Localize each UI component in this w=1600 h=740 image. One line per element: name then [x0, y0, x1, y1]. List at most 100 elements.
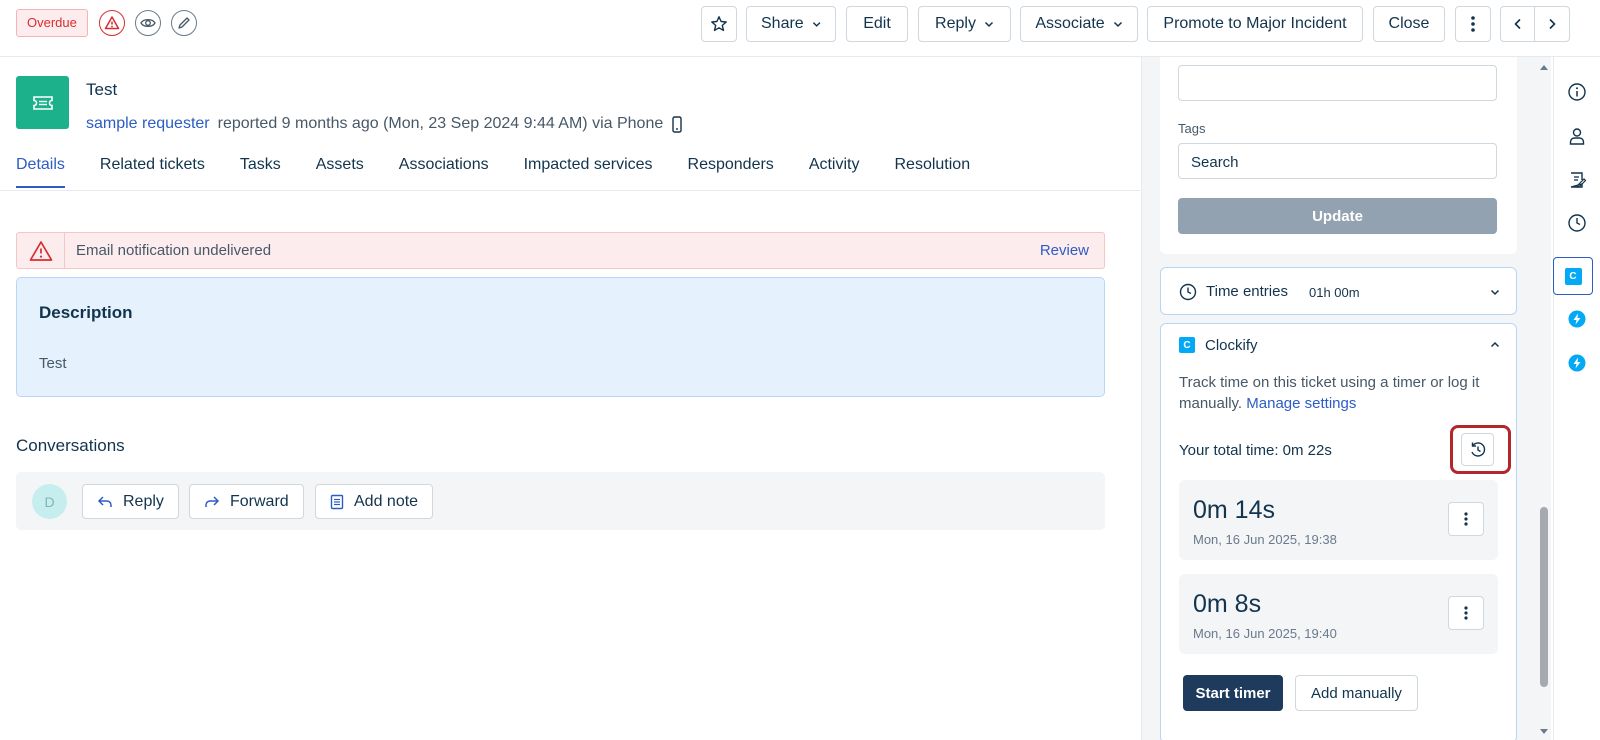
chevron-up-icon[interactable] [1490, 340, 1500, 350]
scrollbar-thumb[interactable] [1540, 507, 1548, 687]
clockify-app-icon[interactable]: C [1553, 257, 1593, 295]
entry-menu-button[interactable] [1448, 596, 1484, 630]
top-toolbar: Overdue Share Edit Reply Associate Promo… [0, 0, 1600, 57]
clockify-title: Clockify [1205, 337, 1258, 354]
associate-label: Associate [1035, 15, 1105, 32]
entry-date: Mon, 16 Jun 2025, 19:38 [1193, 532, 1337, 547]
reply-icon [97, 495, 112, 507]
chevron-down-icon [1113, 21, 1122, 28]
bolt-icon[interactable] [1566, 308, 1588, 330]
time-entry-item: 0m 14s Mon, 16 Jun 2025, 19:38 [1179, 480, 1498, 560]
reply-conversation-button[interactable]: Reply [82, 484, 179, 519]
note-icon [330, 494, 344, 509]
chevron-right-icon [1549, 18, 1556, 30]
ticket-pager [1500, 6, 1570, 42]
conversation-action-bar: D Reply Forward Add note [16, 472, 1105, 530]
clock-icon[interactable] [1566, 212, 1588, 234]
tags-search-input[interactable]: Search [1178, 143, 1497, 179]
person-icon[interactable] [1566, 125, 1588, 147]
add-manually-button[interactable]: Add manually [1295, 675, 1418, 711]
warning-icon[interactable] [99, 10, 125, 36]
description-body: Test [39, 355, 67, 372]
tags-label: Tags [1178, 121, 1206, 136]
tab-assets[interactable]: Assets [316, 156, 364, 188]
start-timer-button[interactable]: Start timer [1183, 675, 1283, 711]
description-title: Description [39, 303, 133, 322]
close-button[interactable]: Close [1373, 6, 1445, 42]
clock-icon [1179, 283, 1197, 301]
forward-label: Forward [230, 492, 289, 510]
info-icon[interactable] [1566, 81, 1588, 103]
ticket-icon [16, 76, 69, 129]
clockify-description: Track time on this ticket using a timer … [1179, 372, 1499, 414]
clockify-logo: C [1179, 337, 1195, 353]
alert-message: Email notification undelivered [76, 242, 272, 259]
promote-label: Promote to Major Incident [1163, 15, 1347, 32]
forward-button[interactable]: Forward [189, 484, 304, 519]
promote-major-incident-button[interactable]: Promote to Major Incident [1147, 6, 1363, 42]
share-label: Share [761, 15, 804, 32]
chevron-left-icon [1513, 18, 1521, 30]
ticket-tabs: Details Related tickets Tasks Assets Ass… [16, 156, 970, 188]
pencil-icon[interactable] [171, 10, 197, 36]
time-entries-label: Time entries [1206, 283, 1288, 300]
tab-activity[interactable]: Activity [809, 156, 860, 188]
total-time-label: Your total time: 0m 22s [1179, 442, 1332, 459]
notes-icon[interactable] [1566, 169, 1588, 191]
tab-impacted-services[interactable]: Impacted services [524, 156, 653, 188]
star-button[interactable] [701, 6, 737, 42]
scroll-down-arrow-icon[interactable] [1539, 728, 1549, 736]
update-button[interactable]: Update [1178, 198, 1497, 234]
tab-resolution[interactable]: Resolution [894, 156, 970, 188]
add-note-button[interactable]: Add note [315, 484, 434, 519]
edit-button[interactable]: Edit [846, 6, 908, 42]
chevron-down-icon [984, 21, 993, 28]
more-actions-button[interactable] [1455, 6, 1491, 42]
chevron-down-icon [1490, 289, 1500, 296]
tab-related-tickets[interactable]: Related tickets [100, 156, 205, 188]
clockify-app-logo: C [1564, 267, 1582, 285]
ticket-requester-line: sample requester reported 9 months ago (… [86, 115, 683, 133]
chevron-down-icon [812, 22, 821, 27]
eye-icon[interactable] [135, 10, 161, 36]
entry-date: Mon, 16 Jun 2025, 19:40 [1193, 626, 1337, 641]
forward-icon [205, 495, 220, 507]
previous-ticket-button[interactable] [1501, 7, 1536, 41]
history-button[interactable] [1461, 433, 1494, 466]
edit-label: Edit [863, 15, 891, 32]
tab-details[interactable]: Details [16, 156, 65, 188]
tab-tasks[interactable]: Tasks [240, 156, 281, 188]
time-entries-total: 01h 00m [1309, 285, 1360, 300]
next-ticket-button[interactable] [1535, 7, 1569, 41]
manage-settings-link[interactable]: Manage settings [1246, 395, 1356, 412]
scroll-up-arrow-icon[interactable] [1539, 63, 1549, 71]
description-box: Description Test [16, 277, 1105, 397]
reported-text: reported 9 months ago (Mon, 23 Sep 2024 … [217, 115, 664, 132]
time-entries-card[interactable]: Time entries 01h 00m [1160, 267, 1517, 315]
tab-responders[interactable]: Responders [688, 156, 774, 188]
conversations-title: Conversations [16, 436, 125, 455]
kebab-icon [1464, 512, 1468, 526]
history-icon [1470, 441, 1485, 457]
bolt-icon[interactable] [1566, 352, 1588, 374]
tab-associations[interactable]: Associations [399, 156, 489, 188]
right-sidebar: Tags Search Update Time entries 01h 00m … [1142, 57, 1542, 740]
reply-conversation-label: Reply [123, 492, 164, 510]
alert-review-link[interactable]: Review [1040, 242, 1089, 259]
properties-card: Tags Search Update [1160, 57, 1517, 254]
reply-button[interactable]: Reply [918, 6, 1011, 42]
associate-button[interactable]: Associate [1020, 6, 1138, 42]
ticket-title: Test [86, 80, 118, 99]
overdue-badge: Overdue [16, 9, 88, 37]
phone-icon [672, 115, 682, 133]
share-button[interactable]: Share [746, 6, 836, 42]
close-label: Close [1388, 15, 1430, 32]
tabs-divider [0, 190, 1140, 191]
requester-link[interactable]: sample requester [86, 115, 210, 133]
entry-menu-button[interactable] [1448, 502, 1484, 536]
entry-duration: 0m 8s [1193, 590, 1262, 618]
add-note-label: Add note [354, 492, 419, 510]
warning-icon [17, 233, 65, 268]
property-field-input[interactable] [1178, 65, 1497, 101]
star-icon [711, 16, 727, 32]
